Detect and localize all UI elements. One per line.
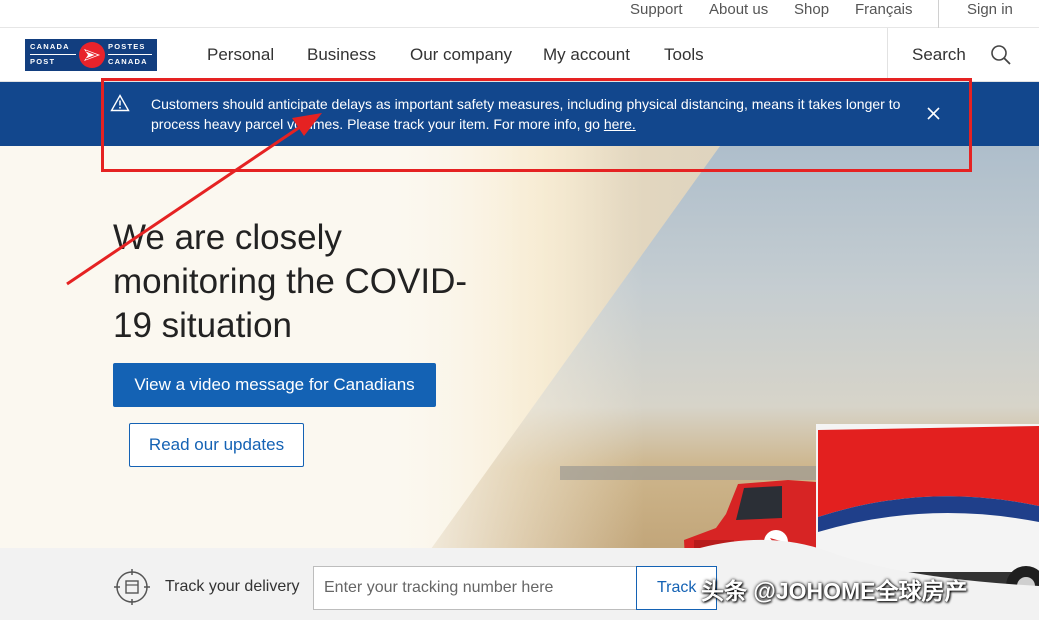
canada-post-logo[interactable]: CANADA POSTES POST CANADA [25, 39, 157, 71]
nav-business[interactable]: Business [307, 45, 376, 65]
logo-text-postes: POSTES [108, 42, 146, 51]
shop-link[interactable]: Shop [794, 1, 829, 18]
watermark-text: 头条 @JOHOME全球房产 [701, 578, 968, 604]
logo-text-canada-fr: CANADA [108, 57, 148, 66]
logo-rule-left [30, 54, 76, 55]
alert-message: Customers should anticipate delays as im… [151, 94, 941, 134]
close-icon[interactable] [926, 106, 941, 121]
about-us-link[interactable]: About us [709, 1, 768, 18]
alert-more-info-link[interactable]: here. [604, 116, 636, 132]
nav-divider [887, 28, 888, 81]
track-delivery-label: Track your delivery [165, 578, 300, 595]
francais-link[interactable]: Français [855, 1, 913, 18]
nav-our-company[interactable]: Our company [410, 45, 512, 65]
nav-personal[interactable]: Personal [207, 45, 274, 65]
nav-tools[interactable]: Tools [664, 45, 704, 65]
alert-text: Customers should anticipate delays as im… [151, 96, 901, 132]
warning-icon [110, 94, 130, 112]
logo-text-canada: CANADA [30, 42, 70, 51]
hero-section: We are closely monitoring the COVID-19 s… [0, 146, 1039, 620]
covid-alert-banner: Customers should anticipate delays as im… [0, 82, 1039, 146]
logo-rule-right [108, 54, 152, 55]
hero-headline: We are closely monitoring the COVID-19 s… [113, 218, 468, 345]
tracking-target-icon [114, 569, 150, 605]
logo-text-post: POST [30, 57, 56, 66]
utility-divider [938, 0, 939, 28]
nav-my-account[interactable]: My account [543, 45, 630, 65]
tracking-number-input[interactable] [313, 566, 637, 610]
view-video-message-button[interactable]: View a video message for Canadians [113, 363, 436, 407]
read-updates-button[interactable]: Read our updates [129, 423, 304, 467]
sign-in-link[interactable]: Sign in [967, 1, 1013, 18]
utility-bar: Support About us Shop Français Sign in [0, 0, 1039, 28]
search-icon[interactable] [990, 44, 1012, 66]
main-navigation: CANADA POSTES POST CANADA Personal Busin… [0, 28, 1039, 82]
search-button[interactable]: Search [912, 45, 966, 65]
support-link[interactable]: Support [630, 1, 683, 18]
eagle-emblem-icon [79, 42, 105, 68]
